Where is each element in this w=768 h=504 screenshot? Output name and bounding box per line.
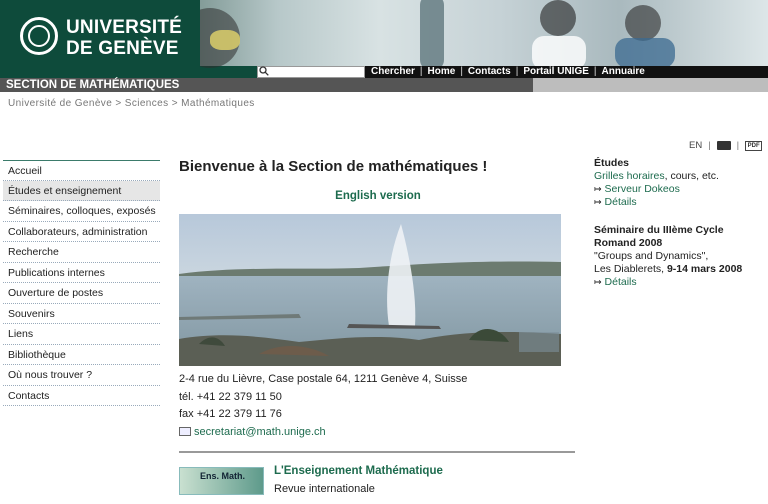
- topnav-annuaire[interactable]: Annuaire: [602, 66, 645, 78]
- enseignement-math-logo-text: Ens. Math.: [200, 471, 246, 481]
- arrow-right-icon: ↦: [594, 197, 602, 207]
- topnav-home[interactable]: Home: [428, 66, 456, 78]
- page-tools: EN | | PDF: [689, 140, 763, 151]
- nav-item-etudes[interactable]: Études et enseignement: [3, 180, 160, 201]
- etudes-line: Grilles horaires, cours, etc.: [594, 170, 719, 182]
- english-version-link[interactable]: English version: [179, 190, 577, 202]
- address: 2-4 rue du Lièvre, Case postale 64, 1211…: [179, 373, 468, 385]
- enseignement-math-logo[interactable]: Ens. Math.: [179, 467, 264, 495]
- university-name: UNIVERSITÉ DE GENÈVE: [66, 17, 183, 59]
- main-content: Bienvenue à la Section de mathématiques …: [179, 158, 577, 495]
- email-row: secretariat@math.unige.ch: [179, 424, 577, 442]
- nav-item-souvenirs[interactable]: Souvenirs: [3, 304, 160, 324]
- top-navigation: Chercher | Home | Contacts | Portail UNIGE |…: [365, 66, 768, 78]
- nav-item-recherche[interactable]: Recherche: [3, 242, 160, 263]
- topnav-search[interactable]: Chercher: [371, 66, 415, 78]
- seminaire-block: Séminaire du IIIème Cycle Romand 2008 "G…: [594, 224, 764, 289]
- serveur-dokeos-link[interactable]: Serveur Dokeos: [605, 183, 680, 195]
- serveur-line: ↦ Serveur Dokeos: [594, 183, 764, 196]
- topnav-contacts[interactable]: Contacts: [468, 66, 511, 78]
- phone: tél. +41 22 379 11 50: [179, 390, 282, 403]
- printer-icon[interactable]: [716, 141, 731, 150]
- fax: fax +41 22 379 11 76: [179, 408, 282, 420]
- search-icon: [259, 66, 271, 78]
- nav-item-ou-nous-trouver[interactable]: Où nous trouver ?: [3, 365, 160, 386]
- divider: [179, 451, 575, 453]
- left-navigation: Accueil Études et enseignement Séminaire…: [3, 160, 160, 406]
- etudes-heading: Études: [594, 157, 630, 169]
- details-link-1[interactable]: Détails: [605, 196, 637, 208]
- arrow-right-icon: ↦: [594, 184, 602, 194]
- lake-geneva-photo: [179, 214, 561, 366]
- nav-item-bibliotheque[interactable]: Bibliothèque: [3, 345, 160, 365]
- search-input[interactable]: [257, 66, 365, 78]
- grilles-horaires-link[interactable]: Grilles horaires: [594, 170, 665, 182]
- contact-info: 2-4 rue du Lièvre, Case postale 64, 1211…: [179, 371, 577, 441]
- page-title: Bienvenue à la Section de mathématiques …: [179, 158, 488, 175]
- nav-item-postes[interactable]: Ouverture de postes: [3, 283, 160, 304]
- nav-item-accueil[interactable]: Accueil: [3, 160, 160, 181]
- header-photo-banner: [170, 0, 768, 70]
- nav-item-seminaires[interactable]: Séminaires, colloques, exposés: [3, 201, 160, 222]
- nav-item-publications[interactable]: Publications internes: [3, 263, 160, 283]
- arrow-right-icon: ↦: [594, 277, 602, 287]
- mail-icon: [179, 426, 191, 436]
- language-switch[interactable]: EN: [689, 140, 702, 151]
- right-column: Études Grilles horaires, cours, etc. ↦ Se…: [594, 157, 764, 289]
- breadcrumb[interactable]: Université de Genève > Sciences > Mathém…: [8, 98, 255, 109]
- university-seal-icon: [20, 17, 58, 55]
- email-link[interactable]: secretariat@math.unige.ch: [194, 426, 326, 438]
- details-line-1: ↦ Détails: [594, 196, 764, 209]
- seminaire-heading: Séminaire du IIIème Cycle Romand 2008: [594, 224, 724, 249]
- nav-item-liens[interactable]: Liens: [3, 324, 160, 345]
- nav-item-contacts[interactable]: Contacts: [3, 386, 160, 406]
- university-logo[interactable]: UNIVERSITÉ DE GENÈVE: [0, 0, 200, 66]
- seminaire-place: Les Diablerets, 9-14 mars 2008: [594, 263, 743, 275]
- nav-item-collaborateurs[interactable]: Collaborateurs, administration: [3, 222, 160, 242]
- section-bar-fill: [533, 78, 768, 92]
- details-line-2: ↦ Détails: [594, 276, 764, 289]
- enseignement-math-subtitle: Revue internationale: [274, 483, 375, 495]
- enseignement-math-link[interactable]: L'Enseignement Mathématique: [274, 465, 443, 477]
- section-title-bar: SECTION DE MATHÉMATIQUES: [0, 78, 533, 92]
- pdf-icon[interactable]: PDF: [745, 140, 763, 151]
- topnav-portail[interactable]: Portail UNIGE: [523, 66, 589, 78]
- details-link-2[interactable]: Détails: [605, 276, 637, 288]
- seminaire-title: "Groups and Dynamics",: [594, 250, 709, 262]
